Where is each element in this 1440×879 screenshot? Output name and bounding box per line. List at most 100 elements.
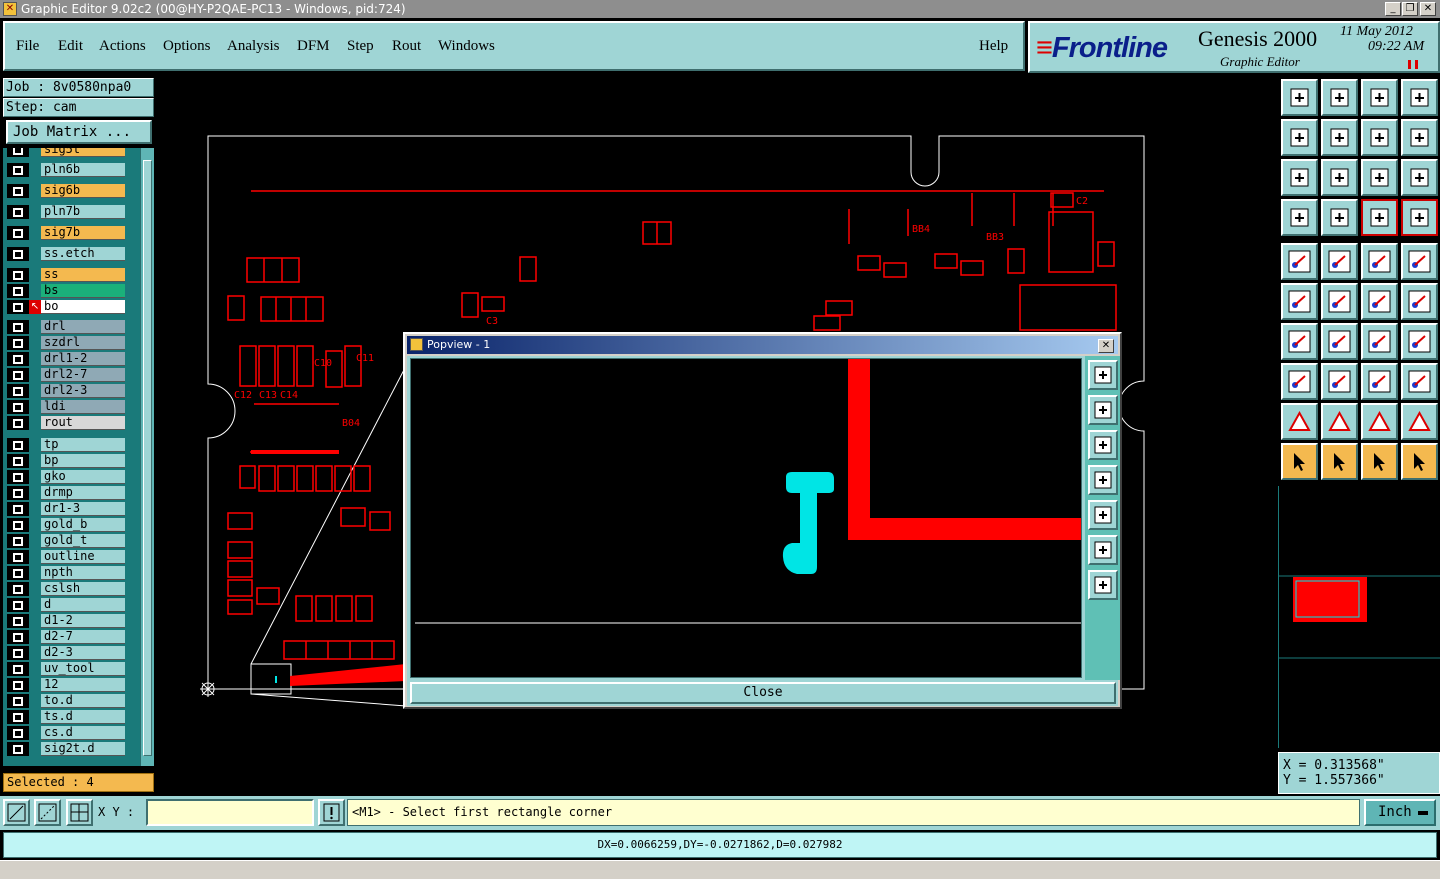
layer-row-npth[interactable]: npth (5, 566, 125, 580)
move-point-button[interactable] (1361, 283, 1398, 320)
layer-list-scrollbar[interactable] (140, 148, 154, 766)
layer-checkbox[interactable] (7, 742, 29, 756)
menu-rout[interactable]: Rout (392, 38, 421, 55)
arch-button[interactable] (1361, 403, 1398, 440)
scrollbar-thumb[interactable] (143, 160, 152, 756)
pan-left-button[interactable] (1281, 119, 1318, 156)
cross-button[interactable] (1321, 283, 1358, 320)
layer-checkbox[interactable] (7, 710, 29, 724)
minimize-button[interactable]: _ (1385, 2, 1401, 16)
net-highlight-button[interactable] (1401, 199, 1438, 236)
arc-shape-button[interactable] (1321, 403, 1358, 440)
popview-titlebar[interactable]: Popview - 1 ✕ (407, 336, 1118, 354)
layer-row-gko[interactable]: gko (5, 470, 125, 484)
layer-checkbox[interactable] (7, 300, 29, 314)
layer-checkbox[interactable] (7, 614, 29, 628)
layer-row-sig5t[interactable]: sig5t (5, 148, 125, 157)
rotate-button[interactable] (1361, 119, 1398, 156)
layer-row-drl1-2[interactable]: drl1-2 (5, 352, 125, 366)
popview-close-icon[interactable]: ✕ (1098, 339, 1114, 353)
layer-checkbox[interactable] (7, 416, 29, 430)
layer-checkbox[interactable] (7, 662, 29, 676)
layer-checkbox[interactable] (7, 534, 29, 548)
probe-button[interactable] (1321, 199, 1358, 236)
layer-checkbox[interactable] (7, 646, 29, 660)
minus-line-button[interactable] (1321, 363, 1358, 400)
group-button[interactable] (1401, 363, 1438, 400)
layer-checkbox[interactable] (7, 438, 29, 452)
layer-checkbox[interactable] (7, 678, 29, 692)
popview-pan-left-button[interactable] (1088, 465, 1118, 495)
popview-pan-right-button[interactable] (1088, 500, 1118, 530)
overview-map[interactable] (1278, 486, 1440, 748)
menu-dfm[interactable]: DFM (297, 38, 330, 55)
arc-button[interactable] (1361, 323, 1398, 360)
layer-checkbox[interactable] (7, 163, 29, 177)
pad-line-button[interactable] (1281, 363, 1318, 400)
layer-checkbox[interactable] (7, 352, 29, 366)
layer-checkbox[interactable] (7, 550, 29, 564)
layer-row-bo[interactable]: bo ↖ (5, 300, 125, 314)
job-matrix-button[interactable]: Job Matrix ... (6, 120, 152, 144)
layer-row-outline[interactable]: outline (5, 550, 125, 564)
menu-options[interactable]: Options (163, 38, 211, 55)
xy-input[interactable] (146, 799, 314, 826)
zoom-center-button[interactable] (1321, 159, 1358, 196)
menu-step[interactable]: Step (347, 38, 374, 55)
layer-checkbox[interactable] (7, 247, 29, 261)
layer-row-d2-7[interactable]: d2-7 (5, 630, 125, 644)
popview-zoom-in-button[interactable] (1088, 360, 1118, 390)
layer-row-drl[interactable]: drl (5, 320, 125, 334)
layer-checkbox[interactable] (7, 598, 29, 612)
flip-button[interactable] (1401, 119, 1438, 156)
popview-canvas[interactable] (410, 358, 1082, 678)
layer-checkbox[interactable] (7, 582, 29, 596)
layer-checkbox[interactable] (7, 320, 29, 334)
zoom-one-to-one-button[interactable] (1361, 159, 1398, 196)
popview-close-button[interactable]: Close (410, 682, 1116, 704)
line-button[interactable] (1321, 323, 1358, 360)
layer-row-cslsh[interactable]: cslsh (5, 582, 125, 596)
polygon-button[interactable] (1321, 243, 1358, 280)
layer-row-uv_tool[interactable]: uv_tool (5, 662, 125, 676)
layer-checkbox[interactable] (7, 470, 29, 484)
pan-right-button[interactable] (1321, 119, 1358, 156)
pause-icon[interactable] (1408, 60, 1418, 69)
net-select-button[interactable] (1361, 199, 1398, 236)
layer-row-drl2-7[interactable]: drl2-7 (5, 368, 125, 382)
menu-windows[interactable]: Windows (438, 38, 495, 55)
layer-checkbox[interactable] (7, 336, 29, 350)
arch-filled-button[interactable] (1401, 403, 1438, 440)
layer-row-szdrl[interactable]: szdrl (5, 336, 125, 350)
measure-button[interactable] (34, 799, 61, 826)
triangle-button[interactable] (1281, 403, 1318, 440)
layer-row-d[interactable]: d (5, 598, 125, 612)
layer-checkbox[interactable] (7, 502, 29, 516)
pen-button[interactable] (1281, 199, 1318, 236)
layer-row-ss[interactable]: ss (5, 268, 125, 282)
circle-pad-button[interactable] (1401, 243, 1438, 280)
popview-zoom-center-button[interactable] (1088, 570, 1118, 600)
layer-checkbox[interactable] (7, 384, 29, 398)
layer-row-d1-2[interactable]: d1-2 (5, 614, 125, 628)
layer-row-12[interactable]: 12 (5, 678, 125, 692)
layer-checkbox[interactable] (7, 368, 29, 382)
snap-button[interactable] (1401, 323, 1438, 360)
home-up-button[interactable] (1281, 79, 1318, 116)
alert-button[interactable] (318, 799, 345, 826)
ruler-button[interactable] (1361, 243, 1398, 280)
layer-row-pln7b[interactable]: pln7b (5, 205, 125, 219)
layer-checkbox[interactable] (7, 518, 29, 532)
select-arrow-button[interactable] (1281, 443, 1318, 480)
layer-checkbox[interactable] (7, 148, 29, 157)
layer-checkbox[interactable] (7, 400, 29, 414)
layer-checkbox[interactable] (7, 226, 29, 240)
layer-checkbox[interactable] (7, 454, 29, 468)
menu-analysis[interactable]: Analysis (227, 38, 280, 55)
select-points-button[interactable] (1401, 443, 1438, 480)
dimension-button[interactable] (1361, 363, 1398, 400)
units-selector[interactable]: Inch (1364, 799, 1436, 826)
layer-checkbox[interactable] (7, 268, 29, 282)
layer-checkbox[interactable] (7, 630, 29, 644)
layer-checkbox[interactable] (7, 284, 29, 298)
